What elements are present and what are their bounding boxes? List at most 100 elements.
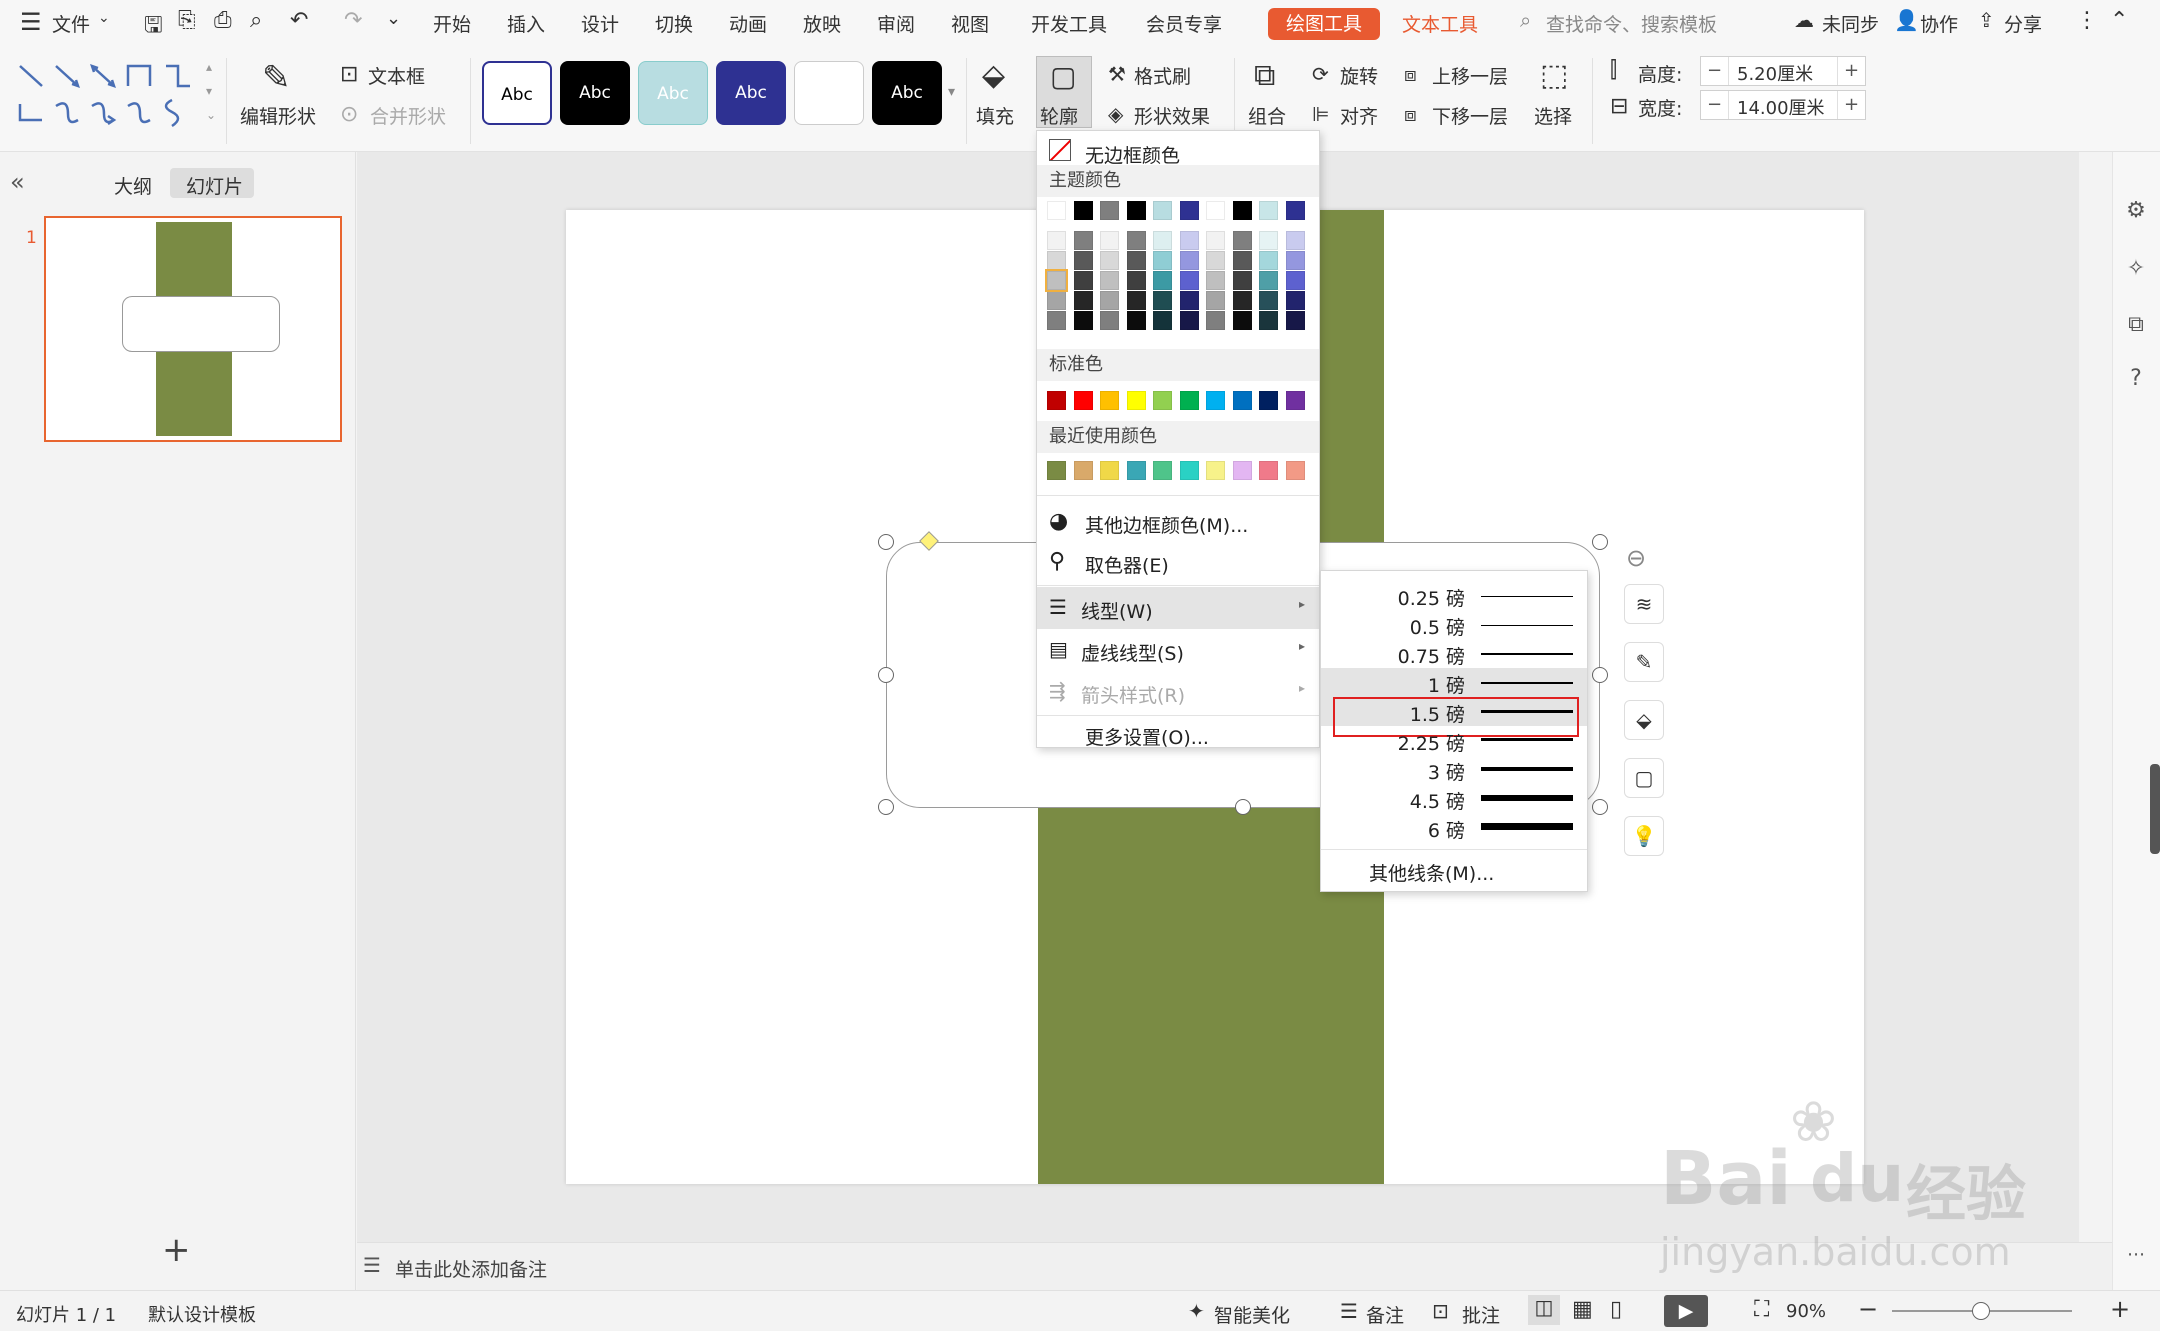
theme-swatch-r3-2[interactable] (1100, 291, 1119, 310)
theme-swatch-r3-7[interactable] (1232, 291, 1252, 310)
theme-swatch-r0-6[interactable] (1206, 231, 1225, 250)
theme-swatch-r0-4[interactable] (1153, 231, 1172, 250)
collapse-panel-icon[interactable]: « (10, 168, 25, 196)
theme-swatch-top-4[interactable] (1153, 201, 1172, 220)
collapse-ribbon-icon[interactable]: ⌃ (2110, 8, 2128, 33)
shape-style-1[interactable]: Abc (482, 61, 552, 125)
height-input[interactable]: − 5.20厘米 + (1700, 56, 1866, 86)
standard-swatch-9[interactable] (1285, 391, 1305, 410)
theme-swatch-r0-5[interactable] (1179, 231, 1199, 250)
textbox-button[interactable]: 文本框 (368, 62, 425, 89)
theme-swatch-r2-6[interactable] (1206, 271, 1225, 290)
resize-handle-bl[interactable] (878, 799, 894, 815)
theme-swatch-r2-1[interactable] (1073, 271, 1093, 290)
tab-drawing-tools[interactable]: 绘图工具 (1268, 8, 1380, 40)
print-icon[interactable]: ⎙ (214, 8, 232, 33)
help-icon[interactable]: ? (2116, 366, 2156, 391)
line-weight-2-25[interactable]: 2.25 磅 (1321, 726, 1587, 755)
tab-member[interactable]: 会员专享 (1146, 10, 1222, 37)
tab-review[interactable]: 审阅 (877, 10, 915, 37)
slide-thumbnail[interactable] (44, 216, 342, 442)
standard-swatch-3[interactable] (1126, 391, 1146, 410)
theme-swatch-r2-4[interactable] (1153, 271, 1172, 290)
comment-icon[interactable]: ⧉ (2116, 312, 2156, 337)
line-weight-1[interactable]: 1 磅 (1321, 668, 1587, 697)
collapse-float-icon[interactable]: ⊖ (1626, 544, 1646, 572)
side-tab[interactable] (2150, 764, 2160, 854)
more-settings-item[interactable]: 更多设置(O)... (1037, 717, 1319, 757)
shape-effect-button[interactable]: 形状效果 (1134, 102, 1210, 129)
search-input[interactable]: 查找命令、搜索模板 (1546, 10, 1717, 37)
standard-swatch-0[interactable] (1047, 391, 1066, 410)
resize-handle-mr[interactable] (1592, 667, 1608, 683)
tab-animation[interactable]: 动画 (729, 10, 767, 37)
collab-button[interactable]: 协作 (1920, 10, 1958, 37)
recent-swatch-5[interactable] (1179, 461, 1199, 480)
line-weight-3[interactable]: 3 磅 (1321, 755, 1587, 784)
shape-gallery[interactable] (12, 58, 232, 132)
fill-float-icon[interactable]: ⬙ (1624, 700, 1664, 740)
recent-swatch-9[interactable] (1285, 461, 1305, 480)
gallery-up-icon[interactable]: ▴ (206, 60, 212, 74)
theme-swatch-top-7[interactable] (1232, 201, 1252, 220)
style-more-icon[interactable]: ▾ (948, 84, 955, 100)
print-preview-icon[interactable]: ⌕ (250, 8, 262, 33)
theme-swatch-r2-3[interactable] (1126, 271, 1146, 290)
outline-float-icon[interactable]: ▢ (1624, 758, 1664, 798)
more-icon[interactable]: ⋮ (2076, 8, 2098, 33)
add-slide-icon[interactable]: + (162, 1230, 191, 1270)
tab-text-tools[interactable]: 文本工具 (1402, 10, 1478, 37)
arrow-style-item[interactable]: ⇶ 箭头样式(R) ▸ (1037, 673, 1319, 713)
tab-home[interactable]: 开始 (433, 10, 471, 37)
height-decrease-button[interactable]: − (1701, 57, 1729, 85)
lightbulb-icon[interactable]: 💡 (1624, 816, 1664, 856)
width-decrease-button[interactable]: − (1701, 91, 1729, 119)
theme-swatch-r1-5[interactable] (1179, 251, 1199, 270)
theme-swatch-r0-7[interactable] (1232, 231, 1252, 250)
undo-icon[interactable]: ↶ (290, 8, 308, 33)
align-button[interactable]: 对齐 (1340, 102, 1378, 129)
chevron-down-icon[interactable]: ⌄ (98, 10, 110, 26)
tab-design[interactable]: 设计 (581, 10, 619, 37)
theme-swatch-r4-7[interactable] (1232, 311, 1252, 330)
zoom-level[interactable]: 90% (1786, 1301, 1826, 1322)
theme-swatch-top-8[interactable] (1259, 201, 1278, 220)
theme-swatch-r4-8[interactable] (1259, 311, 1278, 330)
theme-swatch-r3-8[interactable] (1259, 291, 1278, 310)
theme-swatch-r1-4[interactable] (1153, 251, 1172, 270)
sync-status[interactable]: 未同步 (1822, 10, 1879, 37)
gallery-down-icon[interactable]: ▾ (206, 84, 212, 98)
width-increase-button[interactable]: + (1837, 91, 1865, 119)
export-pdf-icon[interactable]: ⎘ (178, 8, 196, 33)
template-name[interactable]: 默认设计模板 (148, 1301, 256, 1327)
customize-icon[interactable]: ⌄ (386, 8, 401, 29)
shape-style-4[interactable]: Abc (716, 61, 786, 125)
share-button[interactable]: 分享 (2004, 10, 2042, 37)
height-increase-button[interactable]: + (1837, 57, 1865, 85)
slides-tab[interactable]: 幻灯片 (186, 172, 243, 199)
pin-icon[interactable]: ✧ (2116, 256, 2156, 281)
file-menu[interactable]: 文件 (52, 10, 90, 37)
theme-swatch-r3-5[interactable] (1179, 291, 1199, 310)
group-button[interactable]: 组合 (1248, 102, 1286, 129)
play-icon[interactable]: ▶ (1664, 1295, 1708, 1327)
eyedropper-item[interactable]: ⚲ 取色器(E) (1037, 543, 1319, 583)
notes-toggle-button[interactable]: 备注 (1366, 1301, 1404, 1328)
theme-swatch-r4-9[interactable] (1285, 311, 1305, 330)
tab-transition[interactable]: 切换 (655, 10, 693, 37)
recent-swatch-0[interactable] (1047, 461, 1066, 480)
theme-swatch-r1-7[interactable] (1232, 251, 1252, 270)
theme-swatch-r3-6[interactable] (1206, 291, 1225, 310)
theme-swatch-r2-2[interactable] (1100, 271, 1119, 290)
theme-swatch-r3-9[interactable] (1285, 291, 1305, 310)
reading-view-icon[interactable]: ▯ (1610, 1297, 1622, 1322)
comment-toggle-button[interactable]: 批注 (1462, 1301, 1500, 1328)
standard-swatch-6[interactable] (1206, 391, 1225, 410)
resize-handle-ml[interactable] (878, 667, 894, 683)
theme-swatch-r2-9[interactable] (1285, 271, 1305, 290)
tab-slideshow[interactable]: 放映 (803, 10, 841, 37)
theme-swatch-r1-6[interactable] (1206, 251, 1225, 270)
send-backward-button[interactable]: 下移一层 (1432, 102, 1508, 129)
theme-swatch-top-9[interactable] (1285, 201, 1305, 220)
recent-swatch-3[interactable] (1126, 461, 1146, 480)
